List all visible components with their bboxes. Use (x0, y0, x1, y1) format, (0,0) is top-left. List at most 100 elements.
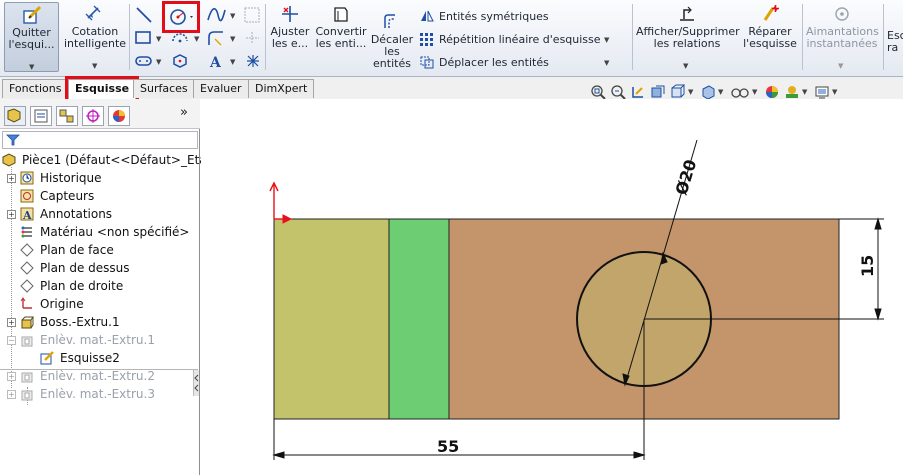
point-tool-icon[interactable] (243, 52, 263, 70)
graphics-area[interactable]: Ø20 15 55 (201, 99, 903, 475)
linear-pattern-button[interactable]: Répétition linéaire d'esquisse (419, 32, 601, 47)
tree-guide-line (11, 167, 12, 388)
display-style-icon[interactable] (700, 84, 716, 100)
expand-icon[interactable]: + (7, 372, 16, 381)
chevron-down-icon[interactable]: ▼ (92, 60, 97, 72)
dashed-box-icon[interactable] (243, 29, 263, 47)
slot-tool-icon[interactable] (134, 52, 154, 70)
polygon-tool-icon[interactable] (170, 52, 190, 70)
display-manager-tab[interactable] (108, 106, 130, 126)
tree-item-label: Enlèv. mat.-Extru.1 (40, 333, 155, 347)
smart-dimension-button[interactable]: Cotation intelligente ▼ (64, 2, 126, 72)
tree-item-label: Boss.-Extru.1 (40, 315, 120, 329)
chevron-down-icon[interactable]: ▼ (230, 35, 235, 43)
convert-entities-icon (334, 7, 348, 22)
section-view-icon[interactable] (650, 84, 666, 100)
display-manager-icon (113, 110, 125, 122)
horizontal-dimension-text[interactable]: 55 (437, 437, 459, 456)
mirror-entities-button[interactable]: Entités symétriques (419, 9, 549, 24)
tree-item-label: Matériau <non spécifié> (40, 225, 190, 239)
chevron-down-icon[interactable]: ▼ (832, 88, 837, 96)
exit-sketch-button[interactable]: Quitter l'esqui... ▼ (4, 2, 59, 72)
chevron-down-icon[interactable]: ▼ (230, 12, 235, 20)
property-manager-tab[interactable] (30, 106, 52, 126)
previous-view-icon[interactable] (630, 84, 646, 100)
edit-appearance-icon[interactable] (764, 84, 780, 100)
collapse-icon[interactable]: − (7, 336, 16, 345)
hide-show-items-icon[interactable] (730, 84, 750, 100)
expand-icon[interactable]: + (7, 390, 16, 399)
expand-icon[interactable]: + (7, 210, 16, 219)
display-delete-relations-button[interactable]: Afficher/Supprimer les relations ▼ (636, 2, 740, 72)
panel-collapse-handle[interactable] (193, 370, 199, 396)
tab-surfaces[interactable]: Surfaces (133, 79, 195, 98)
tab-dimxpert[interactable]: DimXpert (248, 79, 315, 98)
chevron-down-icon[interactable]: ▼ (156, 35, 161, 43)
dimxpert-icon (86, 109, 100, 123)
chevron-down-icon[interactable]: ▼ (156, 58, 161, 66)
circle-tool-icon[interactable] (162, 1, 200, 33)
tab-fonctions[interactable]: Fonctions (2, 79, 69, 98)
dimxpert-manager-tab[interactable] (82, 106, 104, 126)
chevron-down-icon[interactable]: ▼ (688, 88, 693, 96)
trim-entities-button[interactable]: Ajuster les e... (268, 2, 312, 72)
offset-entities-button[interactable]: Décaler les entités (370, 2, 414, 76)
chevron-down-icon[interactable]: ▼ (604, 59, 609, 67)
zoom-area-icon[interactable] (610, 84, 626, 100)
mirror-label: Entités symétriques (439, 10, 549, 23)
chevron-down-icon[interactable]: ▼ (838, 60, 843, 72)
rectangle-tool-icon[interactable] (134, 29, 154, 47)
tree-item-label: Annotations (40, 207, 113, 221)
chevron-down-icon[interactable]: ▼ (752, 88, 757, 96)
ribbon-separator (265, 4, 266, 70)
svg-text:A: A (22, 209, 32, 221)
chevron-down-icon[interactable]: ▼ (194, 35, 199, 43)
arc-tool-icon[interactable] (170, 29, 190, 47)
tree-item-label: Enlèv. mat.-Extru.3 (40, 387, 155, 401)
chevron-down-icon[interactable]: ▼ (683, 60, 688, 72)
diameter-dimension-text[interactable]: Ø20 (672, 157, 701, 197)
chevron-down-icon[interactable]: ▼ (802, 88, 807, 96)
sketch-fillet-icon[interactable] (206, 29, 226, 47)
apply-scene-icon[interactable] (784, 84, 800, 100)
tab-esquisse[interactable]: Esquisse (64, 76, 140, 102)
sketch-drawing[interactable]: Ø20 15 55 (201, 99, 903, 475)
history-icon (20, 171, 34, 185)
line-tool-icon[interactable] (134, 6, 154, 24)
view-orientation-icon[interactable] (670, 84, 686, 100)
tree-item-label: Enlèv. mat.-Extru.2 (40, 369, 155, 383)
tab-evaluer[interactable]: Evaluer (193, 79, 249, 98)
boss-extrude-icon (21, 316, 34, 329)
chevron-down-icon[interactable]: ▼ (718, 88, 723, 96)
view-settings-icon[interactable] (814, 84, 830, 100)
grid-tool-icon[interactable] (243, 6, 263, 24)
spline-tool-icon[interactable] (206, 6, 226, 24)
tree-filter-input[interactable] (2, 131, 198, 149)
configuration-manager-tab[interactable] (56, 106, 78, 126)
chevron-down-icon[interactable]: ▼ (604, 36, 609, 44)
expand-tabs-icon[interactable]: » (180, 105, 188, 120)
vertical-dimension-text[interactable]: 15 (858, 255, 877, 277)
convert-entities-button[interactable]: Convertir les enti... (314, 2, 368, 72)
plane-icon (20, 243, 34, 257)
part-face-middle[interactable] (388, 218, 450, 420)
expand-icon[interactable]: + (7, 318, 16, 327)
cut-extrude-icon (21, 336, 33, 347)
repair-sketch-icon (763, 5, 779, 21)
chevron-down-icon[interactable]: ▼ (29, 61, 34, 73)
chevron-down-icon[interactable]: ▼ (230, 58, 235, 66)
move-entities-button[interactable]: Déplacer les entités (419, 55, 549, 70)
quick-snaps-button[interactable]: Aimantations instantanées ▼ (806, 2, 879, 72)
convert-label: Convertir les enti... (315, 25, 367, 50)
text-tool-icon[interactable]: A (206, 52, 226, 70)
part-face-left[interactable] (273, 218, 390, 420)
repair-sketch-button[interactable]: Réparer l'esquisse (742, 2, 798, 72)
part-icon (2, 153, 16, 167)
trim-label: Ajuster les e... (270, 25, 310, 50)
expand-icon[interactable]: + (7, 174, 16, 183)
feature-tree-tab[interactable] (4, 106, 26, 126)
zoom-to-fit-icon[interactable] (590, 84, 606, 100)
linear-pattern-label: Répétition linéaire d'esquisse (439, 33, 601, 46)
tree-item-label: Plan de face (40, 243, 114, 257)
filter-icon (6, 134, 20, 146)
